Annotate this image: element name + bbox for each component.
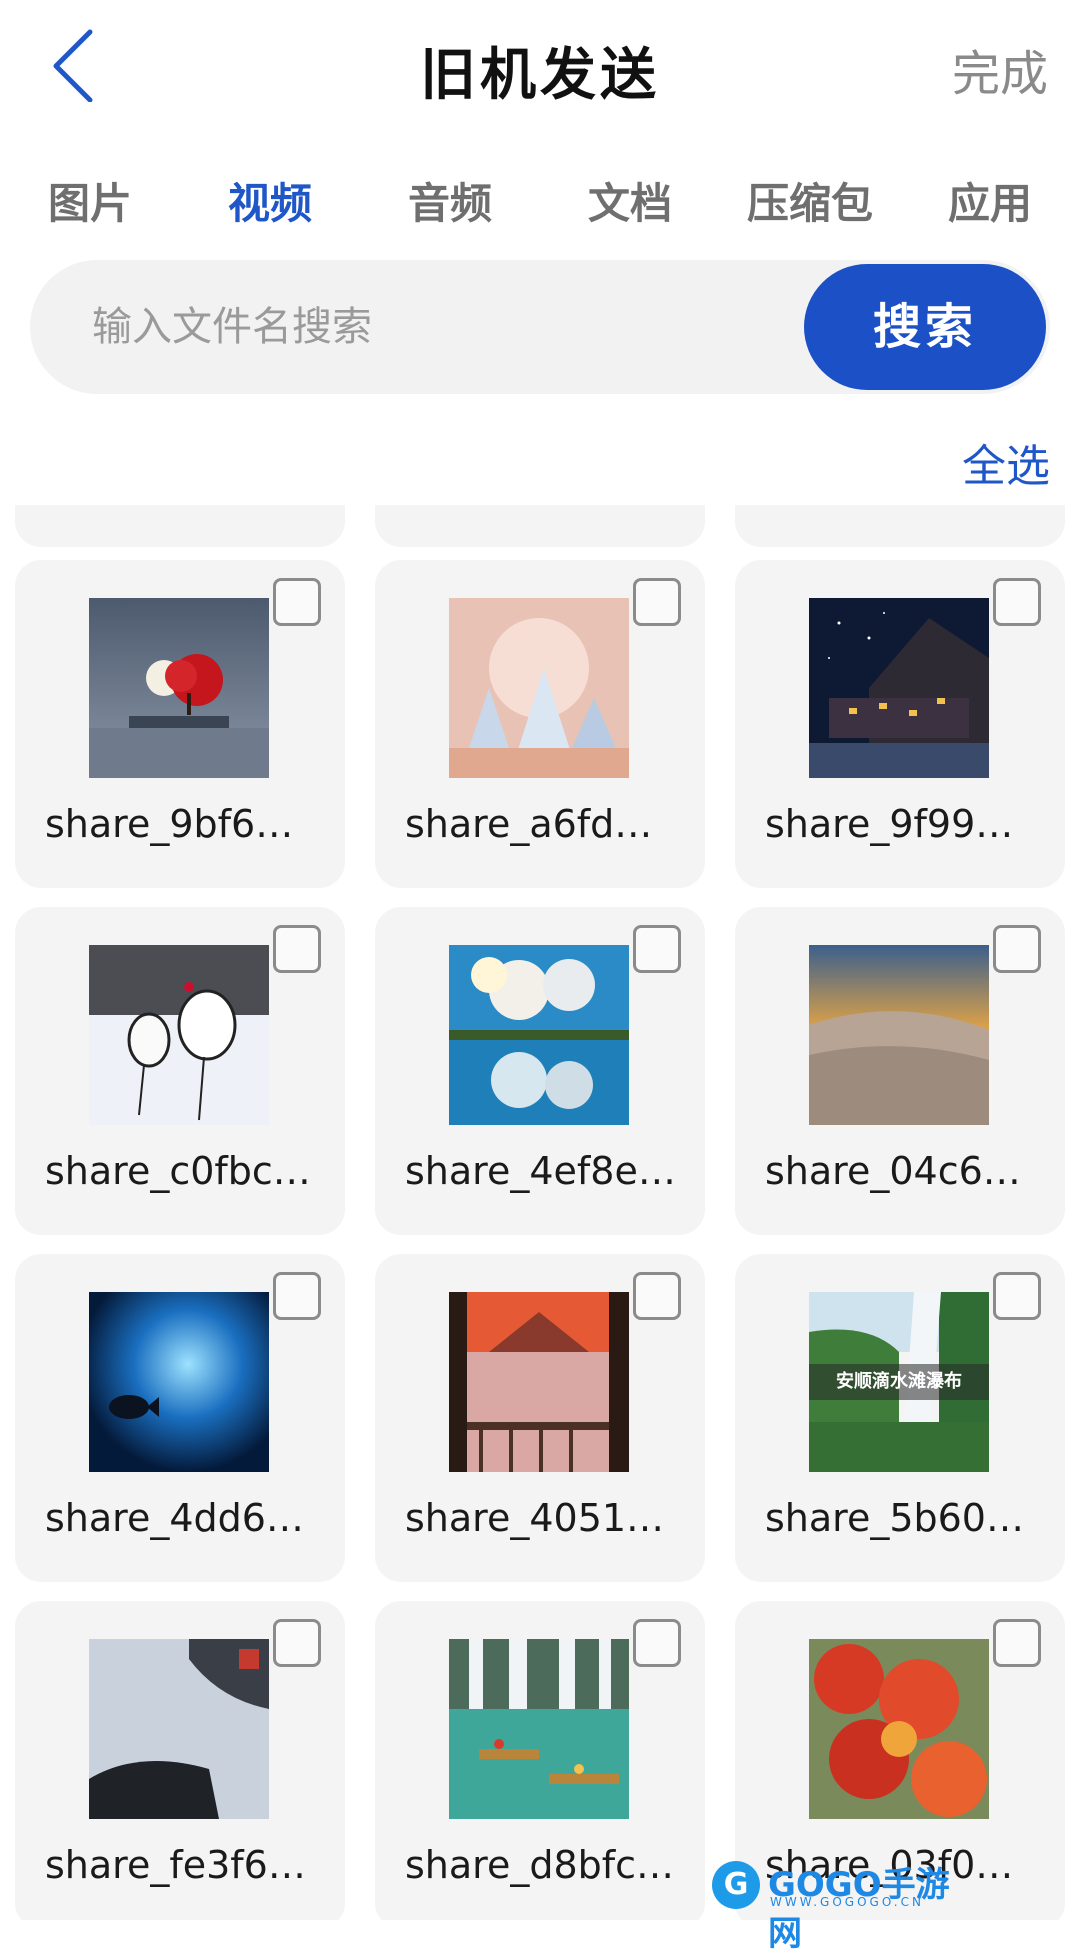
video-thumbnail [449, 1639, 629, 1819]
partial-card[interactable] [735, 505, 1065, 547]
file-card[interactable]: share_4dd6… [15, 1254, 345, 1582]
select-checkbox[interactable] [633, 1272, 681, 1320]
select-all-button[interactable]: 全选 [962, 430, 1050, 494]
select-checkbox[interactable] [273, 1272, 321, 1320]
file-card[interactable]: share_9bf6… [15, 560, 345, 888]
select-checkbox[interactable] [633, 578, 681, 626]
file-name: share_9bf6… [45, 802, 294, 846]
file-card[interactable]: share_9f99… [735, 560, 1065, 888]
file-card[interactable]: share_4ef8e… [375, 907, 705, 1235]
select-checkbox[interactable] [273, 1619, 321, 1667]
select-checkbox[interactable] [273, 578, 321, 626]
partial-card[interactable] [375, 505, 705, 547]
tab-documents[interactable]: 文档 [540, 170, 720, 231]
file-name: share_a6fd… [405, 802, 653, 846]
video-thumbnail [809, 598, 989, 778]
select-checkbox[interactable] [633, 925, 681, 973]
file-name: share_9f99… [765, 802, 1014, 846]
video-thumbnail [89, 598, 269, 778]
thumbnail-caption: 安顺滴水滩瀑布 [809, 1364, 989, 1400]
select-checkbox[interactable] [993, 1272, 1041, 1320]
file-name: share_4dd6… [45, 1496, 304, 1540]
file-card[interactable]: share_a6fd… [375, 560, 705, 888]
select-checkbox[interactable] [993, 1619, 1041, 1667]
tab-apps[interactable]: 应用 [900, 170, 1080, 231]
file-card[interactable]: 安顺滴水滩瀑布 share_5b60… [735, 1254, 1065, 1582]
file-name: share_d8bfc… [405, 1843, 675, 1887]
partial-card[interactable] [15, 505, 345, 547]
video-thumbnail [89, 1292, 269, 1472]
file-name: share_c0fbc… [45, 1149, 311, 1193]
file-card[interactable]: share_04c6… [735, 907, 1065, 1235]
page-title: 旧机发送 [420, 43, 660, 108]
file-name: share_4051… [405, 1496, 665, 1540]
file-name: share_fe3f6… [45, 1843, 306, 1887]
tab-videos[interactable]: 视频 [180, 170, 360, 231]
tab-archives[interactable]: 压缩包 [720, 170, 900, 231]
select-checkbox[interactable] [633, 1619, 681, 1667]
video-thumbnail [809, 1639, 989, 1819]
search-input[interactable] [90, 294, 794, 360]
header: 旧机发送 完成 [0, 0, 1080, 140]
select-checkbox[interactable] [993, 925, 1041, 973]
search-bar: 搜索 [30, 260, 1050, 394]
video-thumbnail [449, 598, 629, 778]
file-grid: share_9bf6… share_a6fd… share_9f99… shar… [0, 505, 1080, 1920]
file-name: share_5b60… [765, 1496, 1024, 1540]
video-thumbnail: 安顺滴水滩瀑布 [809, 1292, 989, 1472]
watermark-logo: G GOGO手游网 WWW.GOGOGO.CN [712, 1855, 962, 1954]
video-thumbnail [89, 1639, 269, 1819]
video-thumbnail [89, 945, 269, 1125]
search-button[interactable]: 搜索 [804, 264, 1046, 390]
video-thumbnail [809, 945, 989, 1125]
video-thumbnail [449, 945, 629, 1125]
watermark-subtext: WWW.GOGOGO.CN [770, 1895, 924, 1909]
done-button[interactable]: 完成 [952, 34, 1048, 104]
watermark-icon: G [712, 1861, 760, 1909]
file-name: share_4ef8e… [405, 1149, 676, 1193]
file-card[interactable]: share_d8bfc… [375, 1601, 705, 1920]
file-card[interactable]: share_fe3f6… [15, 1601, 345, 1920]
select-checkbox[interactable] [993, 578, 1041, 626]
file-card[interactable]: share_c0fbc… [15, 907, 345, 1235]
file-name: share_04c6… [765, 1149, 1021, 1193]
video-thumbnail [449, 1292, 629, 1472]
select-checkbox[interactable] [273, 925, 321, 973]
tab-images[interactable]: 图片 [0, 170, 180, 231]
file-card[interactable]: share_4051… [375, 1254, 705, 1582]
category-tabs: 图片 视频 音频 文档 压缩包 应用 [0, 160, 1080, 240]
tab-audio[interactable]: 音频 [360, 170, 540, 231]
